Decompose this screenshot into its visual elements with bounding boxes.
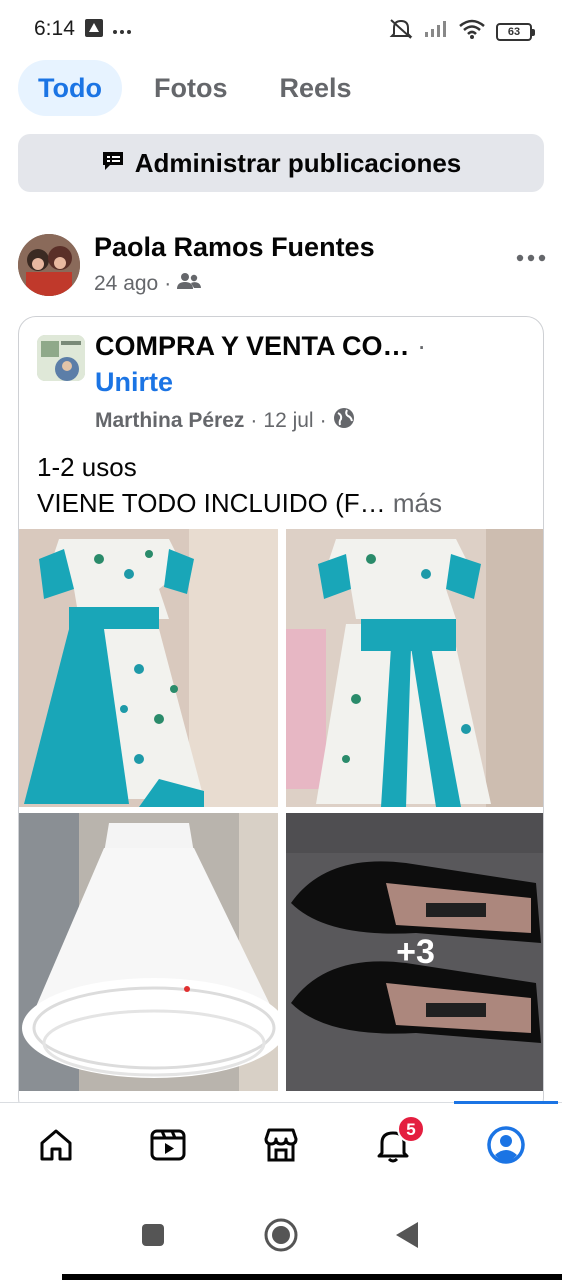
more-options-button[interactable]	[516, 238, 546, 269]
notification-badge: 5	[397, 1115, 425, 1143]
meta-separator: ·	[164, 272, 172, 295]
shared-post-card[interactable]: COMPRA Y VENTA CO… · Unirte Marthina Pér…	[18, 316, 544, 1116]
photo-dress-front[interactable]	[19, 529, 278, 807]
recents-button[interactable]	[141, 1223, 165, 1252]
manage-posts-button[interactable]: Administrar publicaciones	[18, 134, 544, 192]
meta-separator: ·	[250, 409, 258, 432]
see-more-link[interactable]: más	[393, 488, 442, 518]
post-time[interactable]: 24 ago	[94, 272, 158, 296]
wifi-icon	[458, 19, 486, 44]
post-text-line2: VIENE TODO INCLUIDO (F… más	[37, 485, 442, 521]
system-back-button[interactable]	[394, 1220, 420, 1255]
tab-reels[interactable]: Reels	[259, 60, 371, 116]
photo-petticoat[interactable]	[19, 813, 278, 1091]
back-triangle-icon	[394, 1222, 420, 1254]
status-right-icons: 63	[388, 18, 535, 45]
square-icon	[141, 1224, 165, 1251]
photo-shoes[interactable]: +3	[286, 813, 543, 1091]
photo-dress-back[interactable]	[286, 529, 543, 807]
avatar[interactable]	[18, 234, 80, 296]
nav-notifications[interactable]: 5	[373, 1115, 425, 1165]
post-header: Paola Ramos Fuentes 24 ago ·	[18, 232, 548, 302]
post-text: 1-2 usos VIENE TODO INCLUIDO (F… más	[37, 449, 442, 521]
video-icon	[148, 1129, 188, 1169]
more-photos-overlay[interactable]: +3	[286, 813, 543, 1091]
status-left-icons	[84, 18, 132, 43]
bell-icon	[373, 1131, 413, 1169]
signal-icon	[424, 20, 448, 43]
system-navigation-bar	[0, 1190, 562, 1280]
filter-tabs: Todo Fotos Reels	[18, 60, 384, 116]
join-group-link[interactable]: Unirte	[95, 367, 173, 398]
system-home-button[interactable]	[263, 1217, 299, 1258]
group-thumbnail[interactable]	[37, 335, 85, 381]
status-bar: 6:14 63	[0, 0, 562, 60]
original-date[interactable]: 12 jul	[263, 409, 313, 433]
more-notifications-icon	[112, 22, 132, 40]
original-author[interactable]: Marthina Pérez	[95, 409, 244, 433]
nav-profile[interactable]	[486, 1125, 526, 1165]
mute-icon	[388, 18, 414, 45]
app-notification-icon	[84, 18, 104, 43]
active-tab-indicator	[454, 1101, 558, 1104]
meta-separator: ·	[319, 409, 327, 432]
marketplace-icon	[261, 1128, 301, 1169]
post-author[interactable]: Paola Ramos Fuentes	[94, 232, 375, 263]
home-icon	[36, 1129, 76, 1169]
battery-indicator: 63	[496, 22, 535, 41]
profile-icon	[486, 1126, 526, 1169]
tab-todo[interactable]: Todo	[18, 60, 122, 116]
bottom-navigation: 5	[0, 1101, 562, 1190]
post-meta: 24 ago ·	[94, 272, 202, 296]
group-line: COMPRA Y VENTA CO… ·	[95, 331, 426, 362]
status-time: 6:14	[34, 17, 75, 40]
tab-fotos[interactable]: Fotos	[134, 60, 248, 116]
circle-icon	[263, 1218, 299, 1257]
post-text-line2-content: VIENE TODO INCLUIDO (F…	[37, 488, 386, 518]
friends-icon	[177, 272, 202, 296]
post-text-line1: 1-2 usos	[37, 452, 137, 482]
more-horizontal-icon	[516, 238, 546, 268]
globe-icon	[333, 407, 355, 435]
gesture-bar	[62, 1274, 562, 1280]
nav-video[interactable]	[148, 1125, 188, 1165]
nav-marketplace[interactable]	[261, 1125, 301, 1165]
group-separator: ·	[417, 331, 427, 361]
nav-home[interactable]	[36, 1125, 76, 1165]
manage-posts-icon	[101, 148, 125, 179]
group-name[interactable]: COMPRA Y VENTA CO…	[95, 331, 410, 361]
original-post-meta: Marthina Pérez · 12 jul ·	[95, 407, 355, 435]
manage-posts-label: Administrar publicaciones	[134, 147, 462, 178]
